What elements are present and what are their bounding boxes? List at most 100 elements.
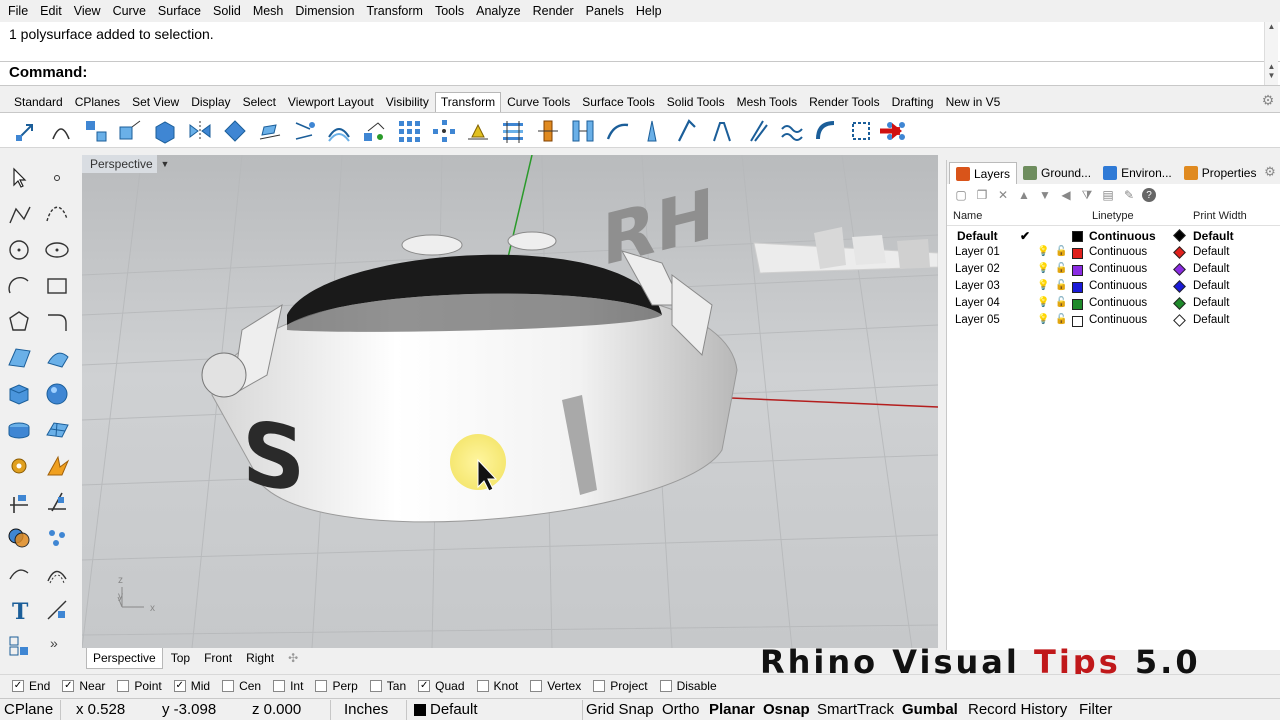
osnap-cen[interactable]: Cen	[222, 679, 261, 693]
tab-new-in-v5[interactable]: New in V5	[940, 92, 1007, 112]
tab-surface-tools[interactable]: Surface Tools	[576, 92, 661, 112]
layer-color-swatch[interactable]	[1072, 299, 1083, 310]
status-units[interactable]: Inches	[344, 701, 388, 718]
smash-icon[interactable]	[778, 117, 806, 145]
lock-icon[interactable]: 🔓	[1055, 297, 1067, 308]
command-scrollbar[interactable]: ▲ ▼	[1264, 62, 1278, 85]
osnap-tan[interactable]: Tan	[369, 679, 406, 693]
status-toggle-grid-snap[interactable]: Grid Snap	[586, 701, 654, 718]
menu-file[interactable]: File	[2, 0, 34, 22]
new-sublayer-icon[interactable]: ❐	[974, 187, 990, 203]
splop-icon[interactable]	[673, 117, 701, 145]
layer-linetype[interactable]: Continuous	[1089, 297, 1147, 309]
menu-panels[interactable]: Panels	[580, 0, 630, 22]
box-icon[interactable]	[4, 379, 34, 409]
stretch-icon[interactable]	[743, 117, 771, 145]
layer-linetype[interactable]: Continuous	[1089, 280, 1147, 292]
layer-print-width[interactable]: Default	[1193, 229, 1234, 243]
print-color-swatch[interactable]	[1173, 229, 1186, 242]
osnap-checkbox[interactable]: ✓	[418, 680, 431, 692]
dimension-icon[interactable]	[42, 595, 72, 625]
osnap-disable[interactable]: Disable	[659, 679, 717, 693]
lock-icon[interactable]: 🔓	[1055, 246, 1067, 257]
column-print-width[interactable]: Print Width	[1193, 210, 1247, 222]
perspective-viewport[interactable]: S RH z y x Perspective ▼	[82, 155, 938, 648]
visibility-bulb-icon[interactable]: 💡	[1037, 263, 1049, 274]
cylinder-icon[interactable]	[4, 415, 34, 445]
layer-color-swatch[interactable]	[1072, 282, 1083, 293]
curve-icon[interactable]	[42, 199, 72, 229]
red-arrow-icon[interactable]	[876, 117, 904, 145]
blend-curve-icon[interactable]	[4, 559, 34, 589]
layer-name[interactable]: Layer 04	[955, 297, 1000, 309]
point-icon[interactable]	[42, 163, 72, 193]
move-icon[interactable]	[12, 117, 40, 145]
align-icon[interactable]	[464, 117, 492, 145]
offset-curve-icon[interactable]	[42, 559, 72, 589]
ellipse-icon[interactable]	[42, 235, 72, 265]
sphere-icon[interactable]	[42, 379, 72, 409]
viewport-tab-front[interactable]: Front	[198, 648, 238, 669]
osnap-checkbox[interactable]	[369, 680, 382, 692]
viewport-tab-top[interactable]: Top	[165, 648, 196, 669]
layer-row[interactable]: Layer 05 💡 🔓 Continuous Default	[947, 313, 1280, 330]
command-line[interactable]: Command: ▲ ▼	[0, 62, 1280, 86]
status-toggle-ortho[interactable]: Ortho	[662, 701, 700, 718]
tab-drafting[interactable]: Drafting	[886, 92, 940, 112]
osnap-checkbox[interactable]	[593, 680, 606, 692]
tab-cplanes[interactable]: CPlanes	[69, 92, 126, 112]
osnap-checkbox[interactable]: ✓	[173, 680, 186, 692]
twist-icon[interactable]	[290, 117, 318, 145]
menu-render[interactable]: Render	[527, 0, 580, 22]
menu-tools[interactable]: Tools	[429, 0, 470, 22]
history-scrollbar[interactable]: ▲	[1264, 22, 1278, 62]
osnap-checkbox[interactable]	[117, 680, 130, 692]
move-up-icon[interactable]: ▲	[1016, 187, 1032, 203]
layer-name[interactable]: Default	[957, 229, 998, 243]
status-toggle-record-history[interactable]: Record History	[968, 701, 1067, 718]
panel-tab-layers[interactable]: Layers	[949, 162, 1018, 184]
visibility-bulb-icon[interactable]: 💡	[1037, 297, 1049, 308]
array-polar-icon[interactable]	[430, 117, 458, 145]
layer-row[interactable]: Layer 03 💡 🔓 Continuous Default	[947, 279, 1280, 296]
osnap-checkbox[interactable]	[659, 680, 672, 692]
osnap-point[interactable]: Point	[117, 679, 162, 693]
tab-transform[interactable]: Transform	[434, 92, 502, 112]
new-layer-icon[interactable]: ▢	[953, 187, 969, 203]
point-cloud-icon[interactable]	[42, 523, 72, 553]
status-toggle-planar[interactable]: Planar	[709, 701, 755, 718]
tab-set-view[interactable]: Set View	[126, 92, 185, 112]
split-icon[interactable]	[4, 487, 34, 517]
extrude-surface-icon[interactable]	[42, 343, 72, 373]
panel-tab-properties[interactable]: Properties	[1178, 162, 1263, 184]
layer-color-swatch[interactable]	[1072, 248, 1083, 259]
layer-color-swatch[interactable]	[1072, 265, 1083, 276]
text-icon[interactable]: T	[4, 595, 34, 625]
layer-print-width[interactable]: Default	[1193, 297, 1229, 309]
menu-curve[interactable]: Curve	[107, 0, 152, 22]
menu-analyze[interactable]: Analyze	[470, 0, 526, 22]
osnap-checkbox[interactable]	[315, 680, 328, 692]
surface-icon[interactable]	[4, 343, 34, 373]
column-name[interactable]: Name	[953, 210, 982, 222]
set-points-icon[interactable]	[569, 117, 597, 145]
print-color-swatch[interactable]	[1173, 246, 1186, 259]
more-tools-icon[interactable]: »	[50, 635, 80, 665]
grid-icon[interactable]	[4, 631, 34, 661]
move-down-icon[interactable]: ▼	[1037, 187, 1053, 203]
flow-surface-icon[interactable]	[638, 117, 666, 145]
status-toggle-smarttrack[interactable]: SmartTrack	[817, 701, 894, 718]
menu-view[interactable]: View	[68, 0, 107, 22]
menu-solid[interactable]: Solid	[207, 0, 247, 22]
tab-solid-tools[interactable]: Solid Tools	[661, 92, 731, 112]
layer-row[interactable]: Layer 01 💡 🔓 Continuous Default	[947, 245, 1280, 262]
tab-display[interactable]: Display	[185, 92, 236, 112]
flow-icon[interactable]	[256, 117, 284, 145]
tab-curve-tools[interactable]: Curve Tools	[501, 92, 576, 112]
viewport-menu-arrow-icon[interactable]: ▼	[158, 155, 172, 173]
boolean-union-icon[interactable]	[4, 523, 34, 553]
status-toggle-gumbal[interactable]: Gumbal	[902, 701, 958, 718]
print-color-swatch[interactable]	[1173, 263, 1186, 276]
menu-help[interactable]: Help	[630, 0, 668, 22]
layer-color-swatch[interactable]	[1072, 316, 1083, 327]
